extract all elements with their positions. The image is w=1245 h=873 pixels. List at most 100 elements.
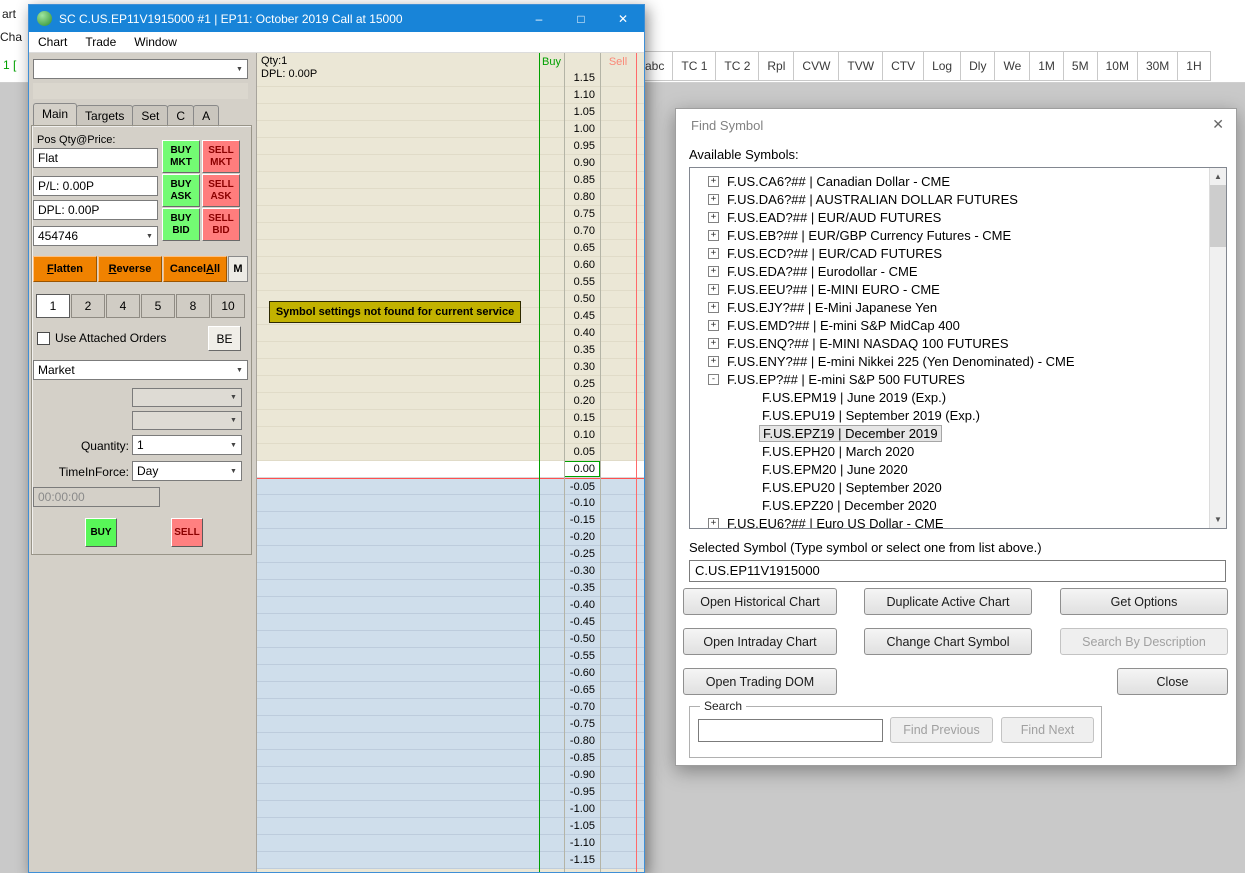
pl-field[interactable]: P/L: 0.00P — [33, 176, 158, 196]
price-cell[interactable]: 0.50 — [564, 291, 600, 307]
sell-cell[interactable] — [600, 479, 636, 494]
buy-cell[interactable] — [539, 308, 564, 324]
sell-cell[interactable] — [600, 631, 636, 647]
price-cell[interactable]: -0.40 — [564, 597, 600, 613]
price-cell[interactable]: 0.70 — [564, 223, 600, 239]
sell-cell[interactable] — [600, 172, 636, 188]
buy-cell[interactable] — [539, 835, 564, 851]
buy-button[interactable]: BUY — [85, 518, 117, 547]
price-cell[interactable]: 0.45 — [564, 308, 600, 324]
buy-cell[interactable] — [539, 682, 564, 698]
flatten-button[interactable]: Flatten — [33, 256, 97, 282]
sell-cell[interactable] — [600, 189, 636, 205]
find-next-button[interactable]: Find Next — [1001, 717, 1094, 743]
preset-qty-10[interactable]: 10 — [211, 294, 245, 318]
price-cell[interactable]: -0.15 — [564, 512, 600, 528]
buy-cell[interactable] — [539, 138, 564, 154]
sell-cell[interactable] — [600, 70, 636, 86]
price-cell[interactable]: 1.00 — [564, 121, 600, 137]
expand-icon[interactable]: + — [708, 301, 719, 313]
price-cell[interactable]: 0.15 — [564, 410, 600, 426]
buy-cell[interactable] — [539, 257, 564, 273]
price-cell[interactable]: -0.20 — [564, 529, 600, 545]
scroll-down-icon[interactable]: ▼ — [1210, 511, 1226, 528]
sell-cell[interactable] — [600, 614, 636, 630]
sell-cell[interactable] — [600, 240, 636, 256]
buy-cell[interactable] — [539, 274, 564, 290]
sell-cell[interactable] — [600, 257, 636, 273]
search-input[interactable] — [698, 719, 883, 742]
sell-cell[interactable] — [600, 767, 636, 783]
sell-cell[interactable] — [600, 750, 636, 766]
preset-qty-2[interactable]: 2 — [71, 294, 105, 318]
sell-bid-button[interactable]: SELL BID — [202, 208, 240, 241]
sell-cell[interactable] — [600, 325, 636, 341]
price-cell[interactable]: -0.80 — [564, 733, 600, 749]
menu-window[interactable]: Window — [125, 33, 186, 51]
price-cell[interactable]: 0.95 — [564, 138, 600, 154]
expand-icon[interactable]: + — [708, 355, 719, 367]
close-icon[interactable]: ✕ — [1212, 116, 1224, 133]
toolbar-button-10m[interactable]: 10M — [1096, 51, 1138, 81]
buy-cell[interactable] — [539, 342, 564, 358]
order-type-combo[interactable]: Market ▼ — [33, 360, 248, 380]
toolbar-button-we[interactable]: We — [994, 51, 1031, 81]
expand-icon[interactable]: + — [708, 247, 719, 259]
symbol-tree-item[interactable]: + F.US.EMD?## | E-mini S&P MidCap 400 — [690, 316, 1209, 334]
buy-cell[interactable] — [539, 733, 564, 749]
symbol-tree-item[interactable]: + F.US.ENY?## | E-mini Nikkei 225 (Yen De… — [690, 352, 1209, 370]
buy-cell[interactable] — [539, 359, 564, 375]
sell-cell[interactable] — [600, 665, 636, 681]
symbol-tree-item[interactable]: + F.US.EJY?## | E-Mini Japanese Yen — [690, 298, 1209, 316]
quantity-combo[interactable]: 1 ▼ — [132, 435, 242, 455]
symbol-tree-item[interactable]: F.US.EPU19 | September 2019 (Exp.) — [690, 406, 1209, 424]
sell-cell[interactable] — [600, 223, 636, 239]
buy-cell[interactable] — [539, 291, 564, 307]
sell-cell[interactable] — [600, 733, 636, 749]
sell-cell[interactable] — [600, 121, 636, 137]
cancel-all-button[interactable]: Cancel All — [163, 256, 227, 282]
sell-cell[interactable] — [600, 580, 636, 596]
sell-cell[interactable] — [600, 393, 636, 409]
sell-cell[interactable] — [600, 852, 636, 868]
scrollbar-thumb[interactable] — [1210, 185, 1226, 247]
price-cell[interactable]: 0.20 — [564, 393, 600, 409]
toolbar-button-tc-2[interactable]: TC 2 — [715, 51, 760, 81]
menu-trade[interactable]: Trade — [76, 33, 125, 51]
buy-cell[interactable] — [539, 444, 564, 460]
sell-cell[interactable] — [600, 784, 636, 800]
symbol-tree-item[interactable]: + F.US.CA6?## | Canadian Dollar - CME — [690, 172, 1209, 190]
sell-button[interactable]: SELL — [171, 518, 203, 547]
price-cell[interactable]: -1.15 — [564, 852, 600, 868]
be-button[interactable]: BE — [208, 326, 241, 351]
price-cell[interactable]: -0.10 — [564, 495, 600, 511]
buy-cell[interactable] — [539, 206, 564, 222]
buy-cell[interactable] — [539, 70, 564, 86]
sell-cell[interactable] — [600, 410, 636, 426]
sell-cell[interactable] — [600, 495, 636, 511]
change-chart-symbol-button[interactable]: Change Chart Symbol — [864, 628, 1032, 655]
tab-main[interactable]: Main — [33, 103, 78, 127]
price-cell[interactable]: -0.85 — [564, 750, 600, 766]
buy-cell[interactable] — [539, 495, 564, 511]
price-cell[interactable]: 0.00 — [564, 461, 600, 477]
order-param-combo-2[interactable]: ▼ — [132, 411, 242, 430]
expand-icon[interactable]: + — [708, 193, 719, 205]
expand-icon[interactable]: + — [708, 283, 719, 295]
get-options-button[interactable]: Get Options — [1060, 588, 1228, 615]
buy-cell[interactable] — [539, 580, 564, 596]
sell-cell[interactable] — [600, 359, 636, 375]
buy-cell[interactable] — [539, 121, 564, 137]
sell-cell[interactable] — [600, 427, 636, 443]
buy-cell[interactable] — [539, 665, 564, 681]
buy-cell[interactable] — [539, 546, 564, 562]
price-cell[interactable]: 0.55 — [564, 274, 600, 290]
buy-cell[interactable] — [539, 479, 564, 494]
price-cell[interactable]: -1.05 — [564, 818, 600, 834]
toolbar-button-log[interactable]: Log — [923, 51, 962, 81]
sell-cell[interactable] — [600, 206, 636, 222]
sell-cell[interactable] — [600, 801, 636, 817]
preset-qty-4[interactable]: 4 — [106, 294, 140, 318]
expand-icon[interactable]: + — [708, 319, 719, 331]
price-cell[interactable]: -0.35 — [564, 580, 600, 596]
